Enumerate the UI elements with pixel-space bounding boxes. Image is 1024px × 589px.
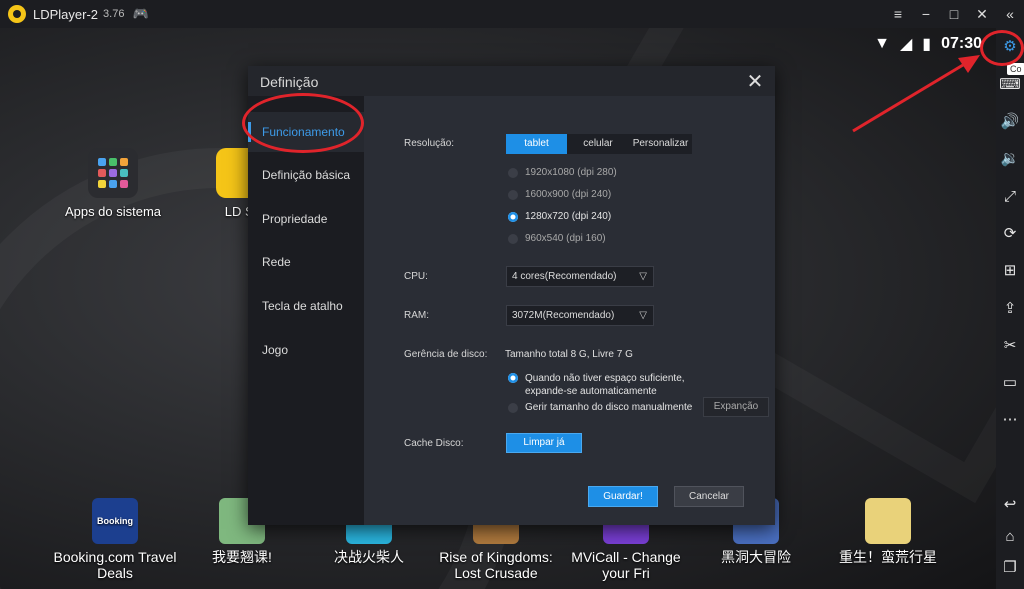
annotation-arrow xyxy=(852,55,980,133)
